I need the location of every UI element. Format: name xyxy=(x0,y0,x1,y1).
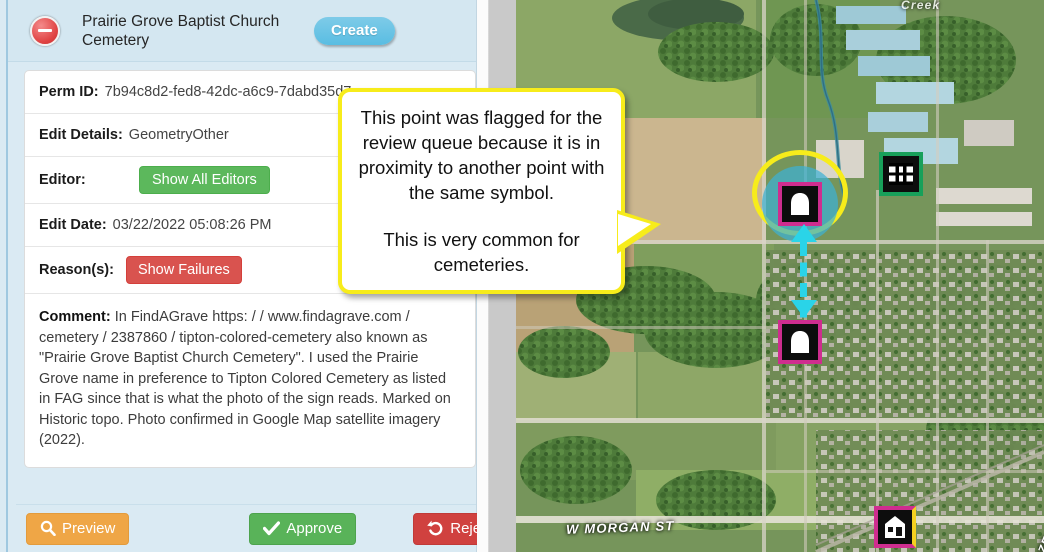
preview-label: Preview xyxy=(62,519,116,537)
approve-button[interactable]: Approve xyxy=(249,512,357,545)
edit-date-label: Edit Date: xyxy=(39,217,107,233)
callout-paragraph-1: This point was flagged for the review qu… xyxy=(358,107,605,203)
search-icon xyxy=(40,520,56,536)
school-marker[interactable] xyxy=(879,152,923,196)
callout-text: This point was flagged for the review qu… xyxy=(342,105,621,277)
show-failures-button[interactable]: Show Failures xyxy=(125,256,242,284)
preview-button[interactable]: Preview xyxy=(26,512,130,545)
annotation-callout: This point was flagged for the review qu… xyxy=(338,88,661,294)
callout-paragraph-2: This is very common for cemeteries. xyxy=(383,229,580,275)
perm-id-value: 7b94c8d2-fed8-42dc-a6c9-7dabd35d7 xyxy=(104,84,352,100)
perm-id-label: Perm ID: xyxy=(39,84,99,100)
cemetery-marker-flagged[interactable] xyxy=(778,182,822,226)
edit-details-label: Edit Details: xyxy=(39,127,123,143)
edit-details-value: GeometryOther xyxy=(128,127,229,143)
minus-bar xyxy=(38,28,52,33)
comment-text: In FindAGrave https: / / www.findagrave.… xyxy=(39,309,451,448)
remove-circle-icon[interactable] xyxy=(30,15,60,46)
school-building-icon xyxy=(888,162,914,186)
panel-header: Prairie Grove Baptist Church Cemetery Cr… xyxy=(8,0,476,62)
action-bar: Preview Approve Reject xyxy=(16,504,507,552)
building-marker[interactable] xyxy=(874,506,916,548)
undo-arrow-icon xyxy=(427,520,444,536)
route-arrow-up-icon xyxy=(791,224,817,242)
show-all-editors-button[interactable]: Show All Editors xyxy=(139,166,270,194)
app-root: Prairie Grove Baptist Church Cemetery Cr… xyxy=(0,0,1044,552)
cemetery-marker-duplicate[interactable] xyxy=(778,320,822,364)
tombstone-icon xyxy=(788,329,812,355)
tombstone-icon xyxy=(788,191,812,217)
edit-date-value: 03/22/2022 05:08:26 PM xyxy=(112,217,272,233)
editor-label: Editor: xyxy=(39,172,86,188)
checkmark-icon xyxy=(263,520,281,536)
comment-label: Comment: xyxy=(39,309,111,325)
approve-label: Approve xyxy=(286,519,343,537)
reasons-label: Reason(s): xyxy=(39,262,114,278)
route-arrow-down-icon xyxy=(791,300,817,318)
building-icon xyxy=(883,515,907,539)
comment-block: Comment: In FindAGrave https: / / www.fi… xyxy=(25,294,475,467)
page-title: Prairie Grove Baptist Church Cemetery xyxy=(82,12,280,49)
callout-tail-fill xyxy=(618,214,651,246)
create-button[interactable]: Create xyxy=(314,16,395,45)
